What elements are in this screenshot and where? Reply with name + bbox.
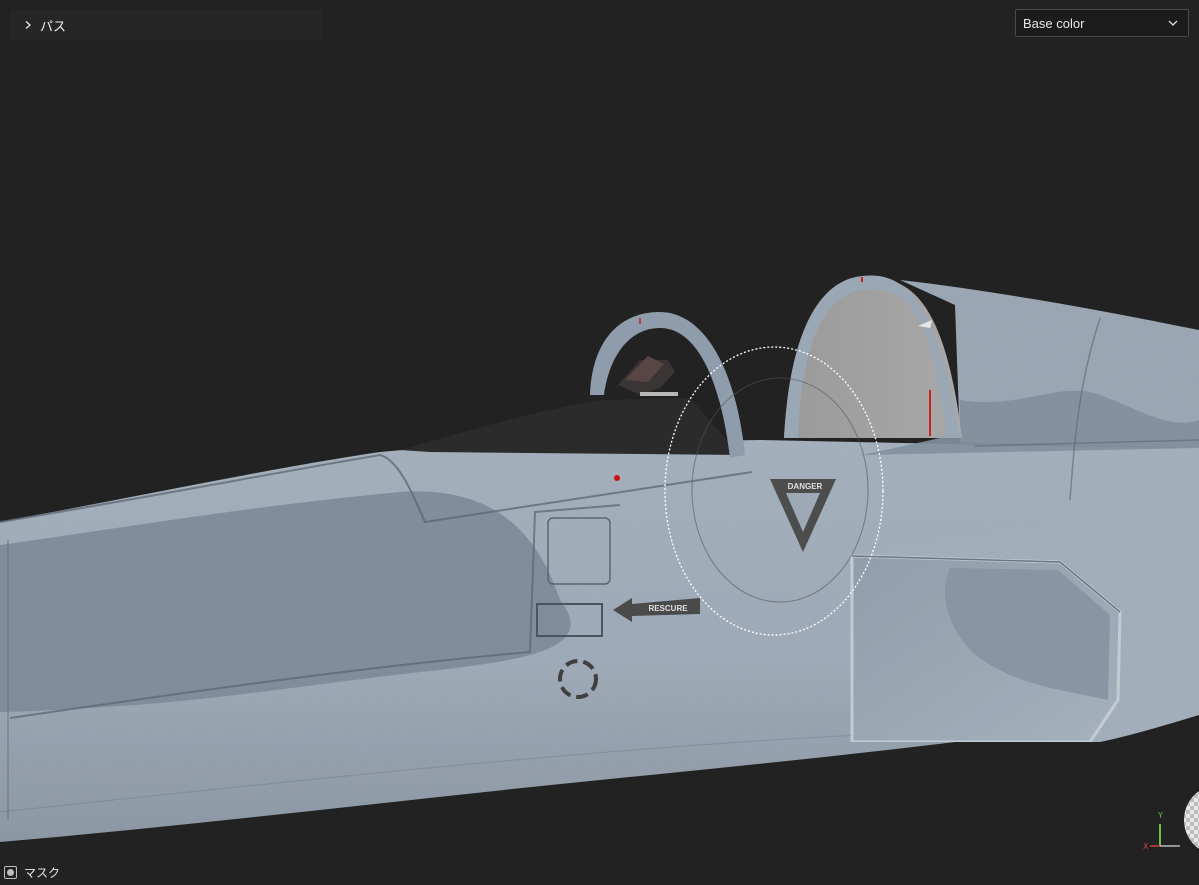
chevron-right-icon[interactable] bbox=[20, 17, 36, 33]
axis-gizmo: Y X bbox=[1138, 808, 1182, 852]
aircraft-model[interactable]: DANGER RESCURE bbox=[0, 0, 1199, 885]
material-preview-sphere[interactable] bbox=[1182, 782, 1199, 852]
chevron-down-icon bbox=[1166, 16, 1180, 30]
mask-label: マスク bbox=[24, 865, 61, 880]
path-label: パス bbox=[40, 18, 67, 34]
rescue-text: RESCURE bbox=[648, 604, 688, 613]
axis-x-label: X bbox=[1143, 842, 1149, 851]
path-panel[interactable]: パス bbox=[10, 10, 322, 40]
mask-icon[interactable] bbox=[4, 865, 17, 879]
3d-viewport[interactable]: DANGER RESCURE パス Base color マスク Y X bbox=[0, 0, 1199, 885]
channel-dropdown[interactable]: Base color bbox=[1015, 9, 1189, 37]
mask-toggle[interactable]: マスク bbox=[4, 863, 60, 881]
danger-text: DANGER bbox=[788, 482, 823, 491]
axis-y-label: Y bbox=[1158, 811, 1163, 820]
channel-dropdown-value: Base color bbox=[1023, 15, 1085, 31]
